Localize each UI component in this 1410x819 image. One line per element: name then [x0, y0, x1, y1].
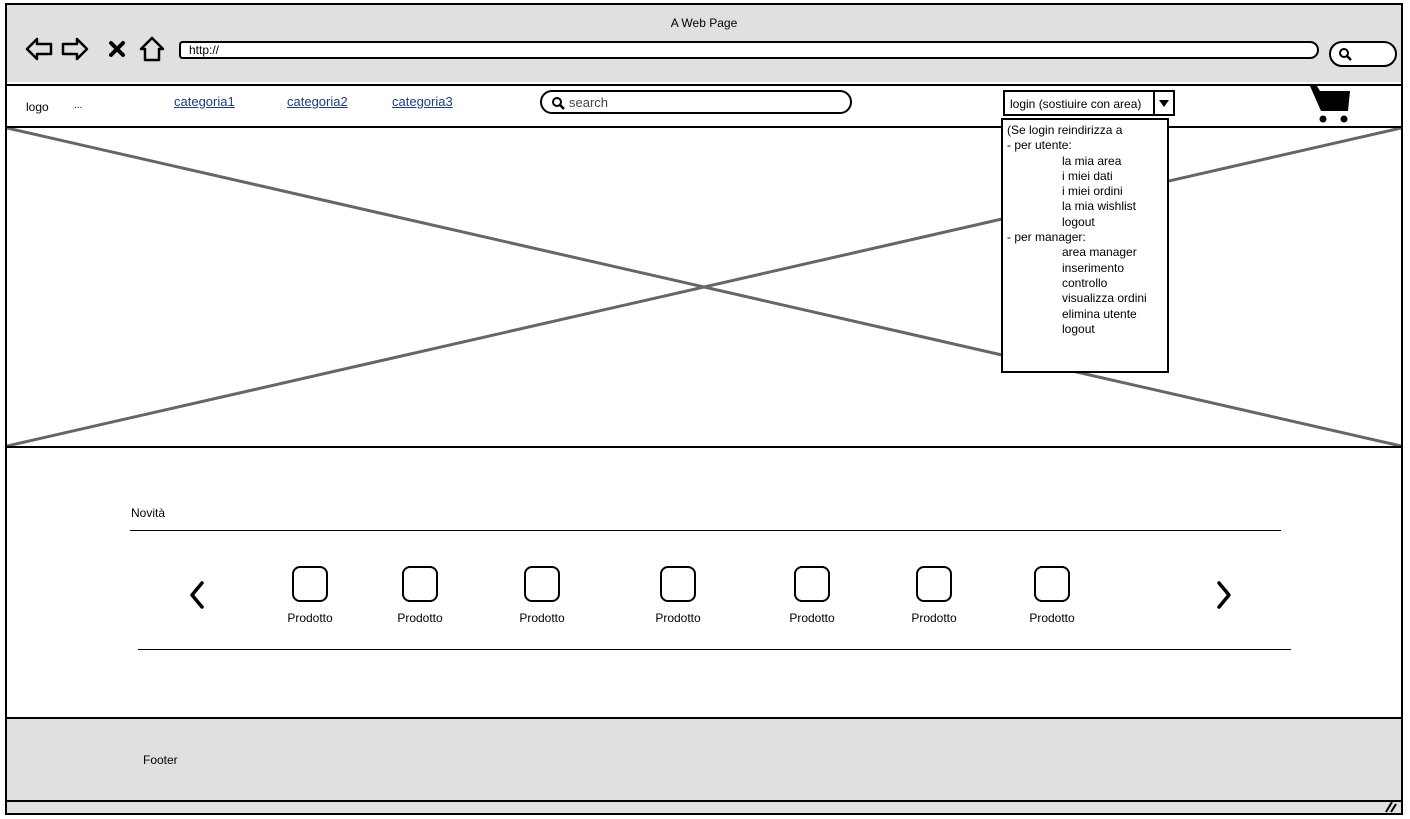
forward-arrow-icon — [61, 37, 89, 61]
product-label: Prodotto — [655, 611, 701, 625]
hero-image-placeholder — [5, 128, 1403, 448]
window-title: A Web Page — [670, 16, 738, 30]
product-label: Prodotto — [1029, 611, 1075, 625]
logo-ellipsis: ... — [74, 100, 83, 111]
chevron-right-icon — [1217, 581, 1231, 609]
product-label: Prodotto — [519, 611, 565, 625]
section-divider-bottom — [138, 649, 1291, 650]
product-image-icon — [916, 566, 952, 602]
dropdown-heading: (Se login reindirizza a — [1007, 123, 1123, 137]
menu-item-my-area[interactable]: la mia area — [1007, 154, 1167, 169]
product-card[interactable]: Prodotto — [380, 566, 460, 625]
product-image-icon — [402, 566, 438, 602]
product-image-icon — [1034, 566, 1070, 602]
product-image-icon — [660, 566, 696, 602]
product-label: Prodotto — [911, 611, 957, 625]
shopping-cart-icon — [1310, 86, 1350, 123]
product-card[interactable]: Prodotto — [1012, 566, 1092, 625]
product-image-icon — [292, 566, 328, 602]
home-button[interactable] — [137, 35, 167, 63]
chevron-down-icon — [1159, 99, 1169, 107]
home-icon — [139, 36, 165, 62]
cart-button[interactable] — [1308, 83, 1354, 130]
menu-item-my-data[interactable]: i miei dati — [1007, 169, 1167, 184]
section-divider-top — [130, 530, 1281, 531]
search-icon — [1339, 48, 1352, 61]
dropdown-group-manager: - per manager: — [1007, 230, 1086, 245]
product-card[interactable]: Prodotto — [772, 566, 852, 625]
close-icon — [109, 41, 125, 57]
product-label: Prodotto — [397, 611, 443, 625]
chevron-left-icon — [190, 581, 204, 609]
back-button[interactable] — [24, 35, 54, 63]
dropdown-group-user: - per utente: — [1007, 138, 1072, 153]
resize-handle-icon[interactable] — [1383, 801, 1397, 813]
site-search-input[interactable]: search — [540, 90, 852, 114]
nav-link-categoria2[interactable]: categoria2 — [287, 94, 348, 109]
nav-link-categoria1[interactable]: categoria1 — [174, 94, 235, 109]
stop-button[interactable] — [106, 35, 128, 63]
login-dropdown-menu: (Se login reindirizza a - per utente: la… — [1001, 118, 1169, 373]
back-arrow-icon — [25, 37, 53, 61]
product-label: Prodotto — [789, 611, 835, 625]
menu-item-my-orders[interactable]: i miei ordini — [1007, 184, 1167, 199]
dropdown-toggle[interactable] — [1153, 92, 1173, 114]
url-text: http:// — [189, 43, 220, 57]
carousel-next-button[interactable] — [1215, 580, 1233, 615]
product-image-icon — [794, 566, 830, 602]
page-footer: Footer — [5, 717, 1403, 800]
product-card[interactable]: Prodotto — [638, 566, 718, 625]
window-status-bar — [5, 800, 1403, 815]
menu-item-manager-area[interactable]: area manager — [1007, 245, 1167, 260]
search-icon — [552, 97, 565, 110]
menu-item-view-orders[interactable]: visualizza ordini — [1007, 291, 1167, 306]
menu-item-control[interactable]: controllo — [1007, 276, 1167, 291]
menu-item-insert[interactable]: inserimento — [1007, 261, 1167, 276]
product-card[interactable]: Prodotto — [894, 566, 974, 625]
menu-item-manager-logout[interactable]: logout — [1007, 322, 1167, 337]
menu-item-user-logout[interactable]: logout — [1007, 215, 1167, 230]
forward-button[interactable] — [60, 35, 90, 63]
product-image-icon — [524, 566, 560, 602]
product-label: Prodotto — [287, 611, 333, 625]
search-placeholder: search — [569, 95, 609, 110]
footer-text: Footer — [143, 753, 178, 767]
browser-toolbar: A Web Page http:// — [5, 3, 1403, 82]
logo[interactable]: logo — [26, 100, 49, 114]
section-title: Novità — [131, 506, 166, 520]
nav-link-categoria3[interactable]: categoria3 — [392, 94, 453, 109]
image-placeholder-icon — [7, 128, 1401, 446]
site-navbar: logo ... categoria1 categoria2 categoria… — [5, 84, 1403, 128]
product-card[interactable]: Prodotto — [270, 566, 350, 625]
menu-item-my-wishlist[interactable]: la mia wishlist — [1007, 199, 1167, 214]
menu-item-delete-user[interactable]: elimina utente — [1007, 307, 1167, 322]
browser-search-button[interactable] — [1329, 41, 1397, 67]
product-card[interactable]: Prodotto — [502, 566, 582, 625]
login-select[interactable]: login (sostiuire con area) — [1003, 90, 1175, 116]
login-select-value: login (sostiuire con area) — [1010, 97, 1142, 111]
url-input[interactable]: http:// — [179, 41, 1319, 59]
carousel-prev-button[interactable] — [188, 580, 206, 615]
